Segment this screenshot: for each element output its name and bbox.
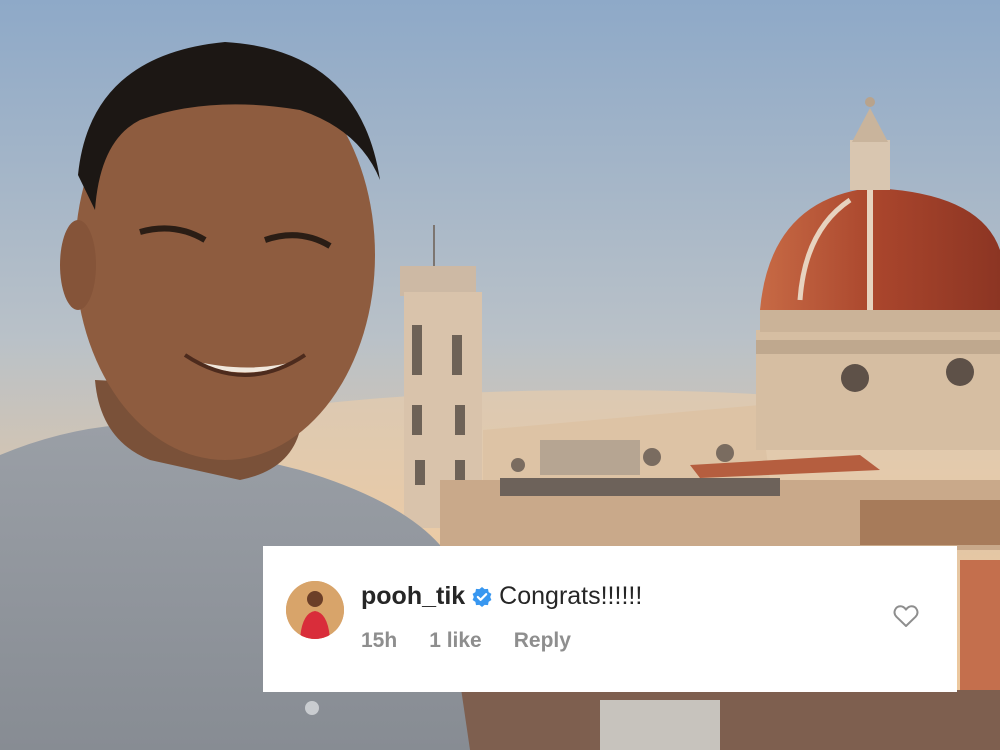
heart-outline-icon[interactable] xyxy=(893,604,919,628)
comment-meta: 15h 1 like Reply xyxy=(361,629,571,653)
comment-username[interactable]: pooh_tik xyxy=(361,582,465,611)
avatar-image xyxy=(286,581,344,639)
reply-button[interactable]: Reply xyxy=(514,629,571,653)
comment-text: Congrats!!!!!! xyxy=(499,582,643,610)
comment-card: pooh_tik Congrats!!!!!! 15h 1 like Reply xyxy=(263,546,957,692)
comment-timestamp[interactable]: 15h xyxy=(361,629,397,653)
avatar[interactable] xyxy=(286,581,344,639)
comment-line: pooh_tik Congrats!!!!!! xyxy=(361,582,642,611)
verified-badge-icon xyxy=(472,586,492,607)
comment-likes-count[interactable]: 1 like xyxy=(429,629,482,653)
